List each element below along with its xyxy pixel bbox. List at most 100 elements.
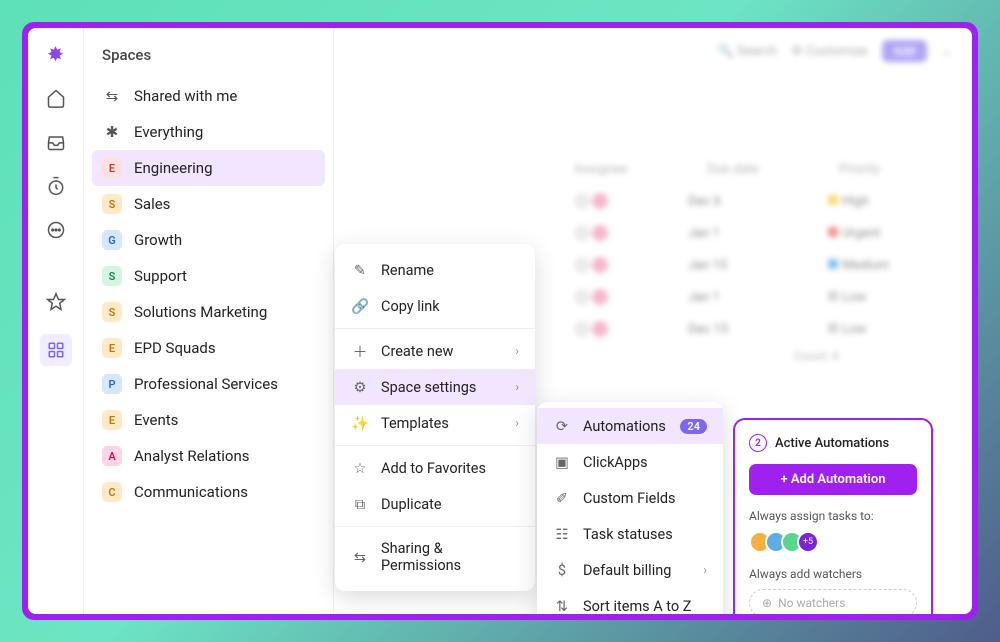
- automations-panel: 2 Active Automations + Add Automation Al…: [733, 418, 933, 614]
- panel-title: Active Automations: [775, 436, 889, 451]
- sidebar-space-item[interactable]: S Sales: [92, 186, 325, 222]
- space-label: Solutions Marketing: [134, 303, 267, 321]
- space-badge: S: [102, 194, 122, 214]
- assignee-avatars[interactable]: +5: [749, 531, 917, 553]
- gear-icon: ⚙: [351, 378, 369, 396]
- space-label: Communications: [134, 483, 248, 501]
- more-icon[interactable]: [44, 218, 68, 242]
- space-badge: E: [102, 338, 122, 358]
- space-badge: A: [102, 446, 122, 466]
- table-row[interactable]: Jan 1Low: [574, 289, 952, 305]
- sidebar-space-item[interactable]: C Communications: [92, 474, 325, 510]
- space-badge: S: [102, 266, 122, 286]
- space-label: EPD Squads: [134, 339, 216, 357]
- submenu-task-statuses[interactable]: ☷Task statuses: [537, 516, 723, 552]
- chevron-right-icon: ›: [515, 416, 519, 430]
- network-icon: ✱: [102, 122, 122, 142]
- chevron-right-icon: ›: [515, 344, 519, 358]
- submenu-automations[interactable]: ⟳Automations24: [537, 408, 723, 444]
- add-button[interactable]: Add: [882, 40, 928, 62]
- submenu-clickapps[interactable]: ▣ClickApps: [537, 444, 723, 480]
- sidebar-space-item[interactable]: S Solutions Marketing: [92, 294, 325, 330]
- space-badge: E: [102, 158, 122, 178]
- sort-icon: ⇅: [553, 597, 571, 614]
- link-icon: 🔗: [351, 297, 369, 315]
- space-badge: C: [102, 482, 122, 502]
- menu-sharing[interactable]: ⇆Sharing & Permissions: [335, 531, 535, 583]
- chevron-right-icon: ›: [515, 380, 519, 394]
- sidebar-title: Spaces: [92, 42, 325, 78]
- sidebar-space-item[interactable]: E Engineering: [92, 150, 325, 186]
- space-badge: E: [102, 410, 122, 430]
- table-row[interactable]: Jan 15Medium: [574, 257, 952, 273]
- dollar-icon: $: [553, 561, 571, 579]
- nav-rail: ✸: [28, 28, 84, 614]
- watchers-label: Always add watchers: [749, 567, 917, 581]
- search-action[interactable]: 🔍 Search: [718, 44, 777, 59]
- sidebar-space-item[interactable]: A Analyst Relations: [92, 438, 325, 474]
- menu-copy-link[interactable]: 🔗Copy link: [335, 288, 535, 324]
- space-label: Support: [134, 267, 187, 285]
- grid-icon[interactable]: [40, 334, 72, 366]
- space-label: Sales: [134, 195, 170, 213]
- chevron-right-icon: ›: [703, 563, 707, 577]
- table-row[interactable]: Dec 15Low: [574, 321, 952, 337]
- plus-icon: ＋: [351, 342, 369, 360]
- sidebar-space-item[interactable]: P Professional Services: [92, 366, 325, 402]
- sidebar-item-label: Shared with me: [134, 87, 237, 105]
- dropdown-icon[interactable]: ⌄: [941, 44, 952, 59]
- menu-duplicate[interactable]: ⧉Duplicate: [335, 486, 535, 522]
- assign-label: Always assign tasks to:: [749, 509, 917, 523]
- submenu-default-billing[interactable]: $Default billing›: [537, 552, 723, 588]
- avatar-more: +5: [797, 531, 819, 553]
- col-priority: Priority: [839, 162, 880, 177]
- sidebar-item[interactable]: ⇆ Shared with me: [92, 78, 325, 114]
- menu-space-settings[interactable]: ⚙Space settings›: [335, 369, 535, 405]
- star-icon: ☆: [351, 459, 369, 477]
- inbox-icon[interactable]: [44, 130, 68, 154]
- submenu-sort[interactable]: ⇅Sort items A to Z: [537, 588, 723, 614]
- space-label: Engineering: [134, 159, 213, 177]
- sidebar-item[interactable]: ✱ Everything: [92, 114, 325, 150]
- space-label: Growth: [134, 231, 182, 249]
- space-label: Events: [134, 411, 178, 429]
- share-icon: ⇆: [102, 86, 122, 106]
- add-automation-button[interactable]: + Add Automation: [749, 464, 917, 495]
- add-watchers-button[interactable]: ⊕ No watchers: [749, 589, 917, 614]
- table-row[interactable]: Dec 6High: [574, 193, 952, 209]
- space-settings-submenu: ⟳Automations24 ▣ClickApps ✐Custom Fields…: [537, 402, 723, 614]
- space-label: Professional Services: [134, 375, 278, 393]
- space-badge: S: [102, 302, 122, 322]
- automation-icon: ⟳: [553, 417, 571, 435]
- submenu-custom-fields[interactable]: ✐Custom Fields: [537, 480, 723, 516]
- sidebar-space-item[interactable]: G Growth: [92, 222, 325, 258]
- pencil-icon: ✎: [351, 261, 369, 279]
- space-context-menu: ✎Rename 🔗Copy link ＋Create new› ⚙Space s…: [335, 244, 535, 591]
- menu-add-favorites[interactable]: ☆Add to Favorites: [335, 450, 535, 486]
- apps-icon: ▣: [553, 453, 571, 471]
- add-user-icon: ⊕: [762, 596, 772, 610]
- space-badge: G: [102, 230, 122, 250]
- share-icon: ⇆: [351, 548, 369, 566]
- space-badge: P: [102, 374, 122, 394]
- app-logo[interactable]: ✸: [47, 42, 64, 66]
- home-icon[interactable]: [44, 86, 68, 110]
- star-icon[interactable]: [44, 290, 68, 314]
- menu-templates[interactable]: ✨Templates›: [335, 405, 535, 441]
- sidebar-space-item[interactable]: E Events: [92, 402, 325, 438]
- sidebar-space-item[interactable]: E EPD Squads: [92, 330, 325, 366]
- space-label: Analyst Relations: [134, 447, 249, 465]
- sidebar-item-label: Everything: [134, 123, 203, 141]
- sidebar-space-item[interactable]: S Support: [92, 258, 325, 294]
- col-assignee: Assignee: [574, 162, 627, 177]
- timer-icon[interactable]: [44, 174, 68, 198]
- list-icon: ☷: [553, 525, 571, 543]
- table-row[interactable]: Jan 1Urgent: [574, 225, 952, 241]
- customize-action[interactable]: ⚙ Customize: [791, 44, 868, 59]
- menu-rename[interactable]: ✎Rename: [335, 252, 535, 288]
- copy-icon: ⧉: [351, 495, 369, 513]
- automation-count-badge: 24: [680, 419, 707, 434]
- wand-icon: ✨: [351, 414, 369, 432]
- active-count-badge: 2: [749, 434, 767, 452]
- menu-create-new[interactable]: ＋Create new›: [335, 333, 535, 369]
